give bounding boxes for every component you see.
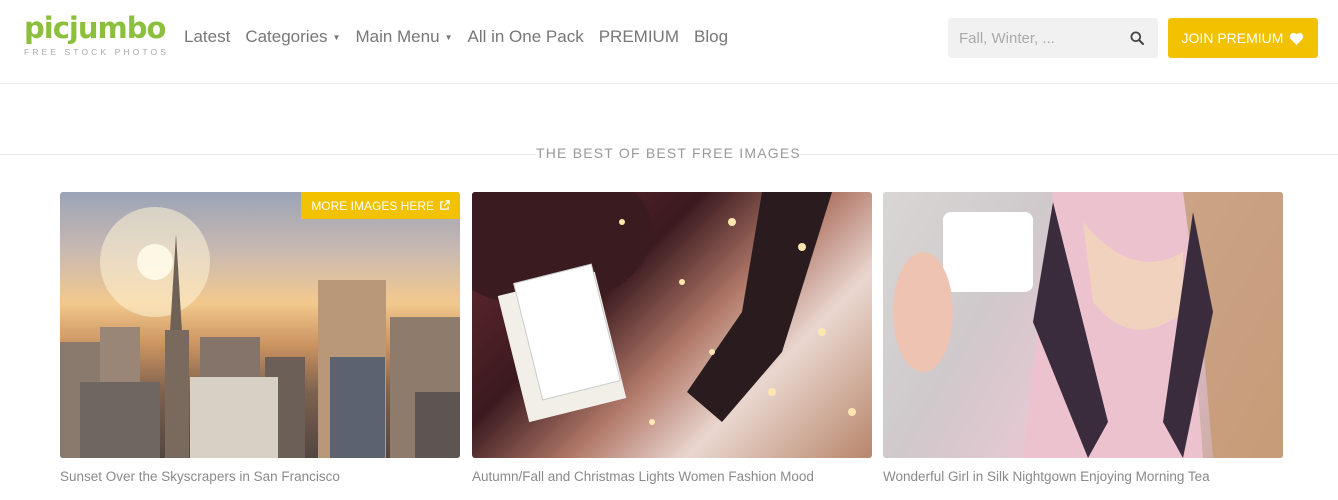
section-title: THE BEST OF BEST FREE IMAGES (536, 145, 801, 161)
nav-main-menu[interactable]: Main Menu ▼ (355, 27, 452, 47)
more-images-badge[interactable]: MORE IMAGES HERE (301, 192, 460, 219)
photo-caption[interactable]: Sunset Over the Skyscrapers in San Franc… (60, 469, 460, 484)
logo-tagline: FREE STOCK PHOTOS (24, 47, 169, 57)
divider-line (800, 154, 1338, 155)
nav-latest-label: Latest (184, 27, 231, 46)
fashion-lights-illustration (472, 192, 856, 425)
nav-blog[interactable]: Blog (694, 27, 728, 47)
main-nav: Latest Categories ▼ Main Menu ▼ All in One… (184, 26, 743, 48)
city-skyline-illustration (60, 207, 460, 458)
section-header: THE BEST OF BEST FREE IMAGES (0, 144, 1338, 164)
more-images-label: MORE IMAGES HERE (311, 198, 434, 213)
caret-down-icon: ▼ (332, 32, 341, 42)
photo-san-francisco[interactable]: MORE IMAGES HERE (60, 192, 460, 458)
heart-icon (1290, 32, 1304, 45)
nav-main-menu-label: Main Menu (355, 27, 440, 46)
photo-caption[interactable]: Wonderful Girl in Silk Nightgown Enjoyin… (883, 469, 1283, 484)
site-header: picjumbo FREE STOCK PHOTOS Latest Catego… (0, 0, 1338, 84)
logo[interactable]: picjumbo FREE STOCK PHOTOS (24, 11, 169, 57)
photo-card[interactable]: Wonderful Girl in Silk Nightgown Enjoyin… (883, 192, 1283, 484)
nav-all-in-one-pack[interactable]: All in One Pack (467, 27, 583, 47)
nav-blog-label: Blog (694, 27, 729, 46)
nav-premium-label: PREMIUM (598, 27, 679, 46)
nav-all-in-one-pack-label: All in One Pack (467, 27, 584, 46)
search-input[interactable] (948, 18, 1118, 58)
photo-caption[interactable]: Autumn/Fall and Christmas Lights Women F… (472, 469, 872, 484)
divider-line (0, 154, 536, 155)
photo-card[interactable]: MORE IMAGES HERE Sunset Over the Skyscra… (60, 192, 460, 484)
nav-categories-label: Categories (245, 27, 328, 46)
nav-premium[interactable]: PREMIUM (599, 27, 679, 47)
search-icon[interactable] (1130, 31, 1144, 45)
photo-morning-tea[interactable] (883, 192, 1283, 458)
nav-latest[interactable]: Latest (184, 27, 230, 47)
search-box (948, 18, 1158, 58)
external-link-icon (440, 200, 450, 210)
photo-christmas-lights[interactable] (472, 192, 872, 458)
tea-illustration (893, 192, 1283, 458)
logo-wordmark: picjumbo (24, 11, 166, 45)
join-premium-button[interactable]: JOIN PREMIUM (1168, 18, 1318, 58)
caret-down-icon: ▼ (444, 32, 453, 42)
join-premium-label: JOIN PREMIUM (1181, 30, 1284, 46)
photo-card[interactable]: Autumn/Fall and Christmas Lights Women F… (472, 192, 872, 484)
nav-categories[interactable]: Categories ▼ (245, 27, 340, 47)
